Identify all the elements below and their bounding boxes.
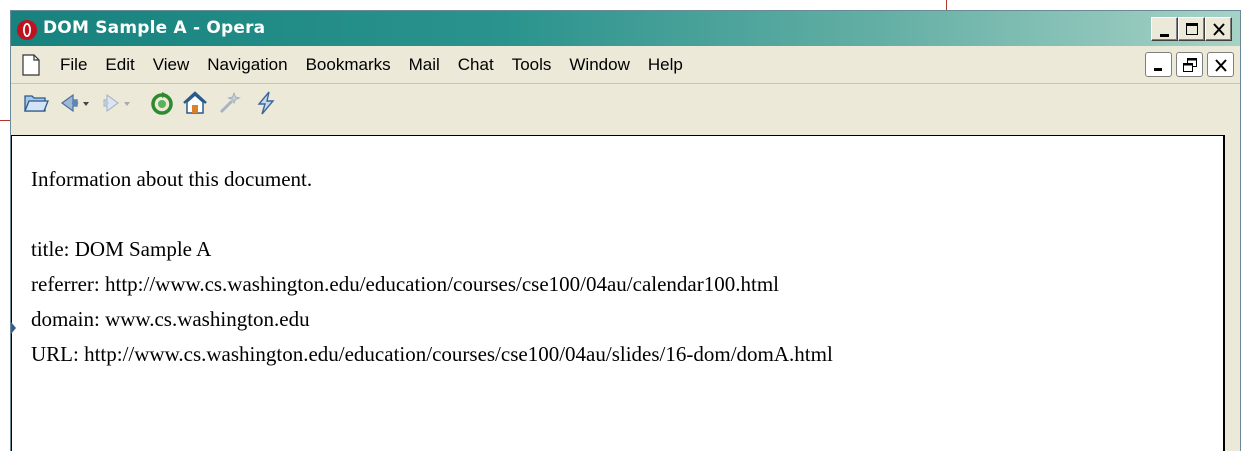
document-text: Information about this document. title: … [31,162,833,372]
maximize-button[interactable] [1178,17,1205,41]
opera-logo-icon [17,20,37,40]
info-line-referrer: referrer: http://www.cs.washington.edu/e… [31,272,779,296]
lightning-icon[interactable] [253,90,279,116]
menu-item-help[interactable]: Help [639,46,692,84]
menu-item-file[interactable]: File [51,46,96,84]
document-window-controls [1145,52,1234,77]
close-icon [1213,23,1225,36]
info-line-domain: domain: www.cs.washington.edu [31,307,310,331]
menu-item-chat[interactable]: Chat [449,46,503,84]
document-minimize-button[interactable] [1145,52,1172,77]
panel-toggle-marker[interactable] [11,322,16,334]
info-line-url: URL: http://www.cs.washington.edu/educat… [31,342,833,366]
minimize-icon [1160,34,1169,37]
menu-item-mail[interactable]: Mail [400,46,449,84]
menu-item-tools[interactable]: Tools [503,46,561,84]
open-folder-icon[interactable] [23,90,49,116]
menu-bar: File Edit View Navigation Bookmarks Mail… [11,46,1240,84]
menu-item-bookmarks[interactable]: Bookmarks [297,46,400,84]
title-bar[interactable]: DOM Sample A - Opera [11,11,1240,46]
back-icon[interactable] [59,90,91,116]
menu-item-navigation[interactable]: Navigation [198,46,296,84]
page-menu-icon[interactable] [21,54,41,76]
document-close-button[interactable] [1207,52,1234,77]
menu-item-edit[interactable]: Edit [96,46,143,84]
close-icon [1215,59,1227,72]
menu-item-window[interactable]: Window [560,46,638,84]
window-title: DOM Sample A - Opera [43,18,266,38]
minimize-button[interactable] [1151,17,1178,41]
navigation-toolbar [11,84,1240,121]
reload-icon[interactable] [149,90,175,116]
forward-icon[interactable] [101,90,133,116]
document-heading: Information about this document. [31,167,313,191]
menu-item-view[interactable]: View [144,46,199,84]
maximize-icon [1186,23,1198,35]
close-button[interactable] [1205,17,1232,41]
wand-icon[interactable] [217,90,243,116]
home-icon[interactable] [181,90,209,116]
document-restore-button[interactable] [1176,52,1203,77]
info-line-title: title: DOM Sample A [31,237,212,261]
minimize-icon [1154,68,1162,71]
page-content: Information about this document. title: … [11,135,1225,451]
window-controls [1151,17,1232,41]
menu-items: File Edit View Navigation Bookmarks Mail… [51,46,692,84]
restore-icon [1183,58,1197,72]
